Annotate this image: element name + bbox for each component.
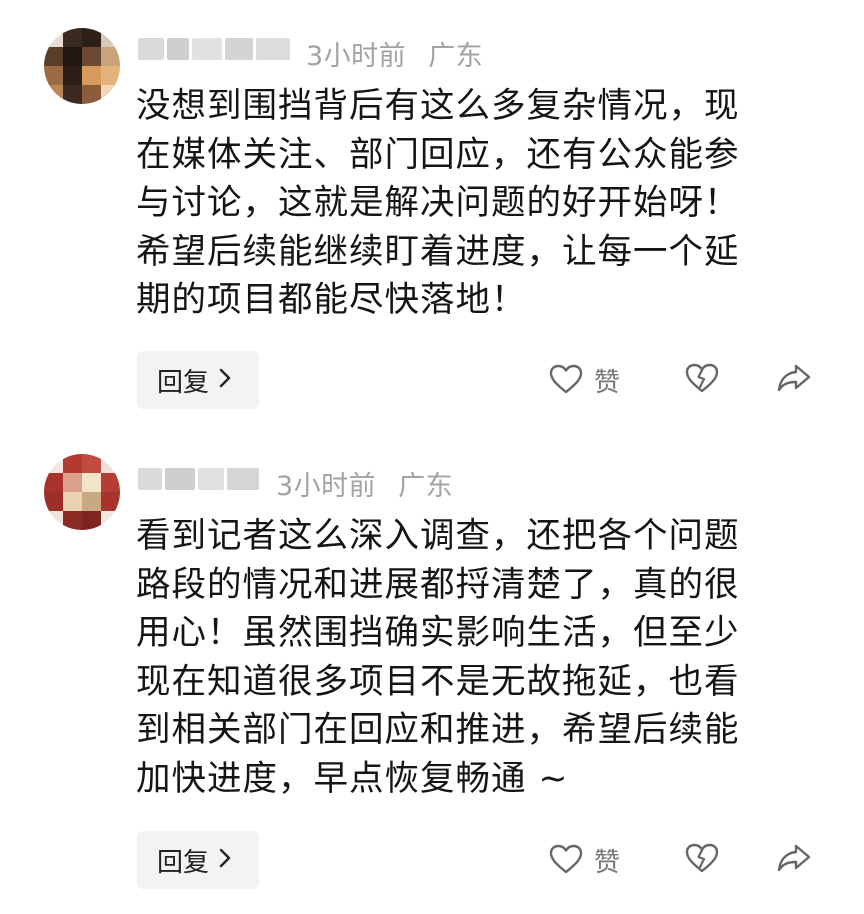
comment-line: 用心！虽然围挡确实影响生活，但至少 [136, 613, 740, 653]
comment-text: 看到记者这么深入调查，还把各个问题 路段的情况和进展都捋清楚了，真的很 用心！虽… [136, 512, 826, 803]
like-label: 赞 [594, 848, 621, 878]
share-arrow-icon [776, 362, 812, 398]
comment-time: 3小时前 [276, 471, 377, 502]
comment-meta: 3小时前 广东 [306, 34, 483, 73]
comment-text: 没想到围挡背后有这么多复杂情况，现 在媒体关注、部门回应，还有公众能参 与讨论，… [136, 82, 826, 325]
reply-button[interactable]: 回复 [137, 351, 259, 409]
reply-label: 回复 [157, 367, 210, 398]
heart-outline-icon [548, 363, 584, 399]
comment-line: 没想到围挡背后有这么多复杂情况，现 [136, 86, 740, 126]
avatar[interactable] [44, 454, 120, 530]
comment-line: 看到记者这么深入调查，还把各个问题 [136, 516, 740, 556]
username-blurred[interactable] [138, 468, 259, 490]
like-button[interactable]: 赞 [548, 842, 620, 879]
comment-item: 3小时前 广东 看到记者这么深入调查，还把各个问题 路段的情况和进展都捋清楚了，真… [0, 430, 864, 914]
comment-line: 加快进度，早点恢复畅通 ~ [136, 758, 569, 799]
username-blurred[interactable] [138, 38, 290, 60]
comment-location: 广东 [398, 471, 454, 502]
comment-line: 与讨论，这就是解决问题的好开始呀！ [136, 183, 740, 223]
like-button[interactable]: 赞 [548, 362, 620, 399]
share-arrow-icon [776, 842, 812, 878]
chevron-right-icon [219, 365, 231, 395]
comment-meta: 3小时前 广东 [276, 464, 453, 503]
comment-line: 希望后续能继续盯着进度，让每一个延 [136, 231, 740, 272]
comment-time: 3小时前 [306, 41, 407, 72]
comment-line: 现在知道很多项目不是无故拖延，也看 [136, 661, 740, 702]
share-button[interactable] [776, 362, 812, 398]
reply-label: 回复 [157, 847, 210, 878]
heart-outline-icon [548, 843, 584, 879]
comment-location: 广东 [428, 41, 484, 72]
comment-item: 3小时前 广东 没想到围挡背后有这么多复杂情况，现 在媒体关注、部门回应，还有公众… [0, 0, 864, 430]
chevron-right-icon [219, 845, 231, 875]
avatar[interactable] [44, 28, 120, 104]
like-label: 赞 [594, 368, 621, 398]
comment-line: 在媒体关注、部门回应，还有公众能参 [136, 134, 740, 175]
comment-line: 期的项目都能尽快落地！ [136, 280, 527, 320]
comment-line: 到相关部门在回应和推进，希望后续能 [136, 710, 740, 750]
share-button[interactable] [776, 842, 812, 878]
comment-line: 路段的情况和进展都捋清楚了，真的很 [136, 564, 740, 605]
broken-heart-icon [684, 362, 720, 398]
broken-heart-icon [684, 842, 720, 878]
reply-button[interactable]: 回复 [137, 831, 259, 889]
dislike-button[interactable] [684, 362, 720, 398]
dislike-button[interactable] [684, 842, 720, 878]
